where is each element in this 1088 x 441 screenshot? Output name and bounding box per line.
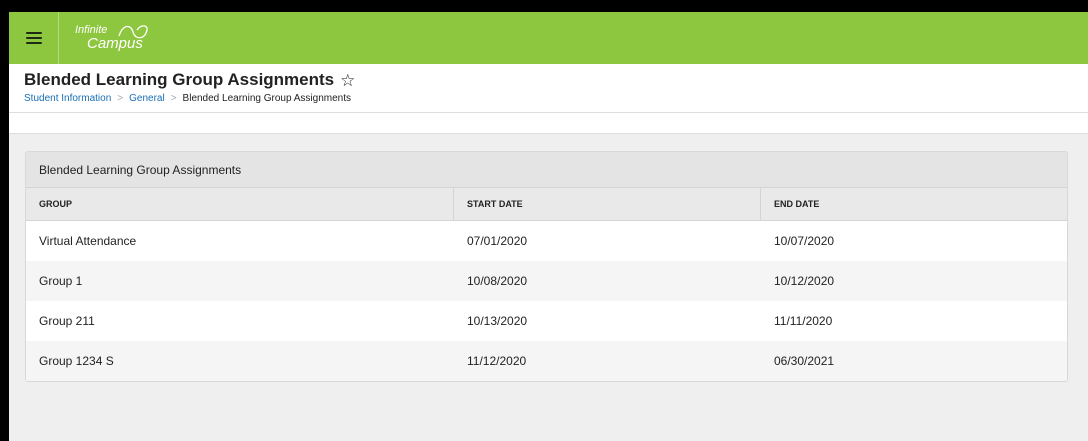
column-header-start-date[interactable]: START DATE xyxy=(454,188,761,220)
toolbar-area xyxy=(9,113,1088,134)
cell-end-date: 11/11/2020 xyxy=(774,314,833,328)
infinity-icon xyxy=(118,25,148,39)
cell-end-date: 10/12/2020 xyxy=(774,274,835,288)
menu-button[interactable] xyxy=(9,12,59,64)
table-row[interactable]: Group 1234 S 11/12/2020 06/30/2021 xyxy=(26,341,1067,381)
cell-start-date: 10/08/2020 xyxy=(467,274,528,288)
top-bar: Infinite Campus xyxy=(9,12,1088,64)
table-header: GROUP START DATE END DATE xyxy=(26,188,1067,221)
breadcrumb-student-information[interactable]: Student Information xyxy=(24,93,111,104)
table-row[interactable]: Virtual Attendance 07/01/2020 10/07/2020 xyxy=(26,221,1067,261)
app-window: Infinite Campus Blended Learning Group A… xyxy=(9,12,1088,441)
star-outline-icon[interactable]: ☆ xyxy=(340,72,355,89)
breadcrumb: Student Information > General > Blended … xyxy=(24,93,1088,104)
cell-end-date: 10/07/2020 xyxy=(774,234,835,248)
cell-group: Group 1234 S xyxy=(39,354,114,368)
column-header-group[interactable]: GROUP xyxy=(26,188,454,220)
hamburger-menu-icon xyxy=(25,32,42,44)
column-header-end-date[interactable]: END DATE xyxy=(761,188,1067,220)
breadcrumb-current: Blended Learning Group Assignments xyxy=(182,93,351,104)
cell-group: Group 211 xyxy=(39,314,95,328)
table-row[interactable]: Group 1 10/08/2020 10/12/2020 xyxy=(26,261,1067,301)
breadcrumb-general[interactable]: General xyxy=(129,93,165,104)
page-header: Blended Learning Group Assignments ☆ Stu… xyxy=(9,64,1088,113)
cell-end-date: 06/30/2021 xyxy=(774,354,835,368)
cell-start-date: 11/12/2020 xyxy=(467,354,527,368)
cell-group: Virtual Attendance xyxy=(39,234,137,248)
cell-start-date: 10/13/2020 xyxy=(467,314,528,328)
infinite-campus-logo[interactable]: Infinite Campus xyxy=(75,18,175,58)
chevron-right-icon: > xyxy=(170,93,177,104)
cell-group: Group 1 xyxy=(39,274,83,288)
table-row[interactable]: Group 211 10/13/2020 11/11/2020 xyxy=(26,301,1067,341)
panel-title: Blended Learning Group Assignments xyxy=(26,152,1067,188)
chevron-right-icon: > xyxy=(117,93,124,104)
cell-start-date: 07/01/2020 xyxy=(467,234,528,248)
page-title: Blended Learning Group Assignments xyxy=(24,70,335,89)
assignments-panel: Blended Learning Group Assignments GROUP… xyxy=(25,151,1068,382)
